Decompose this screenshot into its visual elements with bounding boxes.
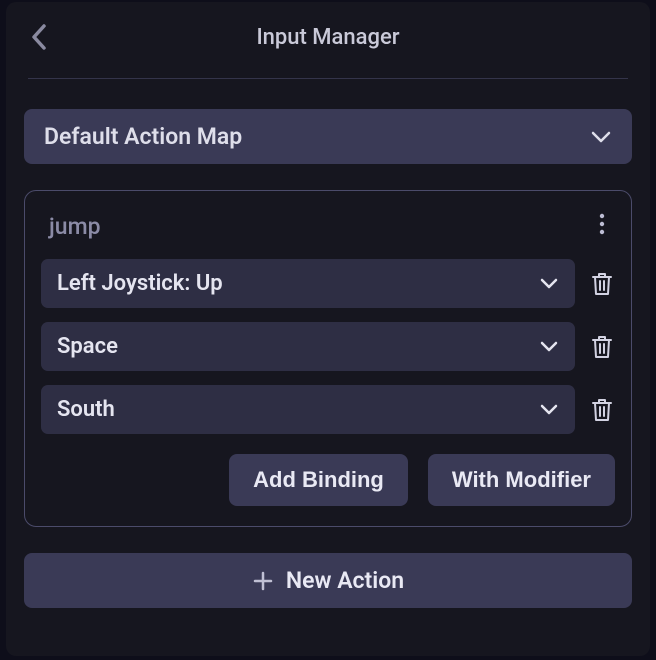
add-binding-button[interactable]: Add Binding [229,454,408,506]
chevron-left-icon [30,22,50,52]
chevron-down-icon [539,277,559,290]
panel-header: Input Manager [6,2,650,78]
chevron-down-icon [539,340,559,353]
binding-row: Left Joystick: Up [41,259,615,308]
binding-row: Space [41,322,615,371]
delete-binding-button[interactable] [589,270,615,298]
binding-select[interactable]: Left Joystick: Up [41,259,575,308]
new-action-label: New Action [286,567,404,594]
back-button[interactable] [30,22,50,52]
action-name-label: jump [49,213,101,240]
action-card: jump Left Joystick: Up Space [24,190,632,527]
trash-icon [591,398,613,422]
new-action-button[interactable]: New Action [24,553,632,608]
binding-select[interactable]: Space [41,322,575,371]
panel-title: Input Manager [6,25,650,50]
header-divider [28,78,628,79]
binding-label: Left Joystick: Up [57,271,223,296]
action-map-selected-label: Default Action Map [44,123,242,150]
plus-icon [252,570,274,592]
binding-row: South [41,385,615,434]
binding-label: Space [57,334,118,359]
binding-select[interactable]: South [41,385,575,434]
action-map-select[interactable]: Default Action Map [24,109,632,164]
action-menu-button[interactable] [595,209,609,243]
kebab-icon [599,213,605,235]
chevron-down-icon [590,130,612,144]
input-manager-panel: Input Manager Default Action Map jump Le… [6,2,650,656]
chevron-down-icon [539,403,559,416]
trash-icon [591,272,613,296]
binding-label: South [57,397,115,422]
delete-binding-button[interactable] [589,333,615,361]
trash-icon [591,335,613,359]
delete-binding-button[interactable] [589,396,615,424]
with-modifier-button[interactable]: With Modifier [428,454,615,506]
